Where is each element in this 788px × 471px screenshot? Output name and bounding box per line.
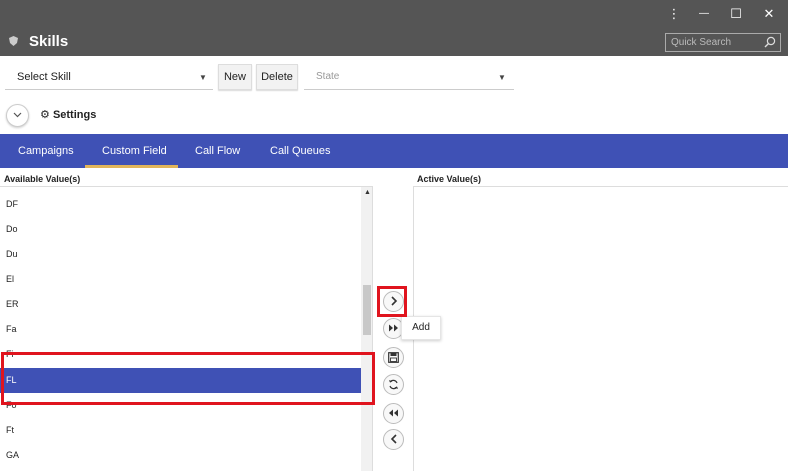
add-tooltip: Add [401,316,441,340]
maximize-button[interactable]: ☐ [724,4,748,24]
tab-call-flow[interactable]: Call Flow [195,145,240,157]
minimize-button[interactable]: — [692,4,716,24]
state-select-dropdown[interactable]: State ▼ [304,66,514,90]
quick-search-box[interactable] [665,33,781,52]
list-item[interactable]: Do [0,217,361,242]
vertical-scrollbar[interactable]: ▲ [361,187,372,471]
tab-bar: Campaigns Custom Field Call Flow Call Qu… [0,134,788,168]
list-item-label: DF [6,199,18,209]
caret-down-icon: ▼ [199,73,207,82]
available-values-list[interactable]: DF Do Du El ER Fa Fi FL Fo Ft GA ▲ [0,186,373,471]
list-item[interactable]: Ft [0,418,361,443]
list-item-label: ER [6,299,19,309]
scroll-up-arrow-icon[interactable]: ▲ [364,189,371,196]
settings-section[interactable]: ⚙ Settings [40,108,96,121]
tab-call-queues[interactable]: Call Queues [270,145,331,157]
list-item-label: Fa [6,324,17,334]
list-item[interactable]: ER [0,292,361,317]
collapse-toggle-button[interactable] [6,104,29,127]
list-item-label: Do [6,224,18,234]
active-tab-indicator [85,165,178,168]
delete-button[interactable]: Delete [256,64,298,90]
save-button[interactable] [383,347,404,368]
gear-icon: ⚙ [40,109,50,121]
close-button[interactable]: ✕ [757,4,781,24]
list-item-label: Ft [6,425,14,435]
tab-campaigns[interactable]: Campaigns [18,145,74,157]
shield-icon [9,36,18,49]
state-placeholder: State [316,71,340,82]
quick-search-input[interactable] [666,34,762,51]
list-item-label: Du [6,249,18,259]
more-menu-icon[interactable]: ⋮ [662,4,686,24]
list-item[interactable]: Du [0,242,361,267]
list-item[interactable]: GA [0,443,361,468]
add-button-highlight [377,286,407,317]
active-values-header: Active Value(s) [417,174,482,184]
settings-label: Settings [52,109,97,121]
scroll-thumb[interactable] [363,285,371,335]
refresh-button[interactable] [383,374,404,395]
active-values-list[interactable] [413,186,788,471]
save-icon [388,352,399,366]
tab-custom-field[interactable]: Custom Field [102,145,167,157]
search-icon[interactable] [764,36,776,51]
caret-down-icon: ▼ [498,73,506,82]
list-item[interactable]: Fa [0,317,361,342]
title-bar: ⋮ — ☐ ✕ Skills [0,0,788,56]
list-item-label: GA [6,450,20,460]
selected-item-highlight [1,352,375,405]
app-title: Skills [29,33,69,50]
list-item[interactable]: El [0,267,361,292]
chevron-left-icon [390,434,398,447]
new-button[interactable]: New [218,64,252,90]
available-values-header: Available Value(s) [4,174,81,184]
list-item-label: El [6,274,15,284]
double-chevron-left-icon [388,409,399,421]
refresh-icon [388,379,399,393]
remove-button[interactable] [383,429,404,450]
double-chevron-right-icon [388,324,399,336]
skill-select-dropdown[interactable]: Select Skill ▼ [5,66,213,90]
list-item[interactable]: DF [0,192,361,217]
skill-select-value: Select Skill [17,71,71,83]
remove-all-button[interactable] [383,403,404,424]
chevron-down-icon [13,110,22,120]
